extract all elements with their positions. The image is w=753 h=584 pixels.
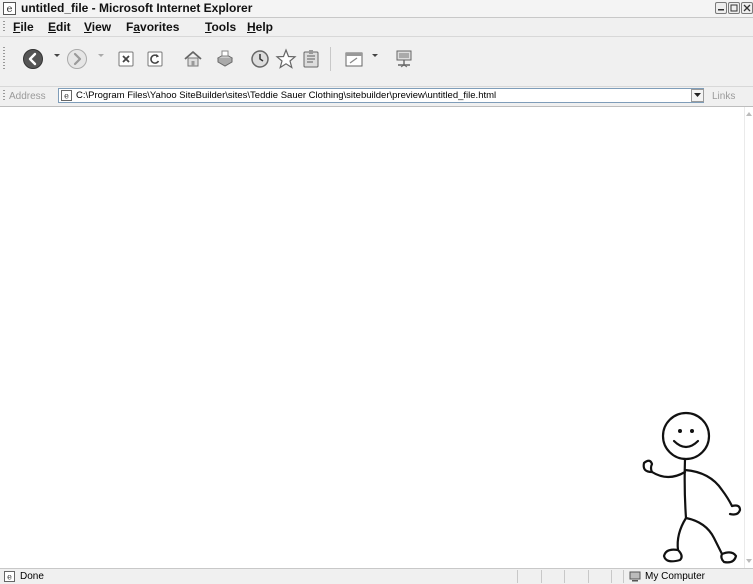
page-icon: e bbox=[61, 90, 72, 101]
status-bar: e Done My Computer bbox=[0, 568, 753, 584]
menu-view-mnemonic: V bbox=[84, 20, 92, 34]
menu-favorites-label: vorites bbox=[140, 20, 180, 34]
menu-file[interactable]: File bbox=[13, 19, 34, 35]
forward-icon bbox=[67, 49, 87, 69]
minimize-icon bbox=[718, 9, 724, 11]
standard-toolbar bbox=[0, 37, 753, 87]
title-bar: e untitled_file - Microsoft Internet Exp… bbox=[0, 0, 753, 18]
menu-edit-label: dit bbox=[56, 20, 71, 34]
maximize-icon bbox=[730, 4, 738, 12]
address-bar: Address e C:\Program Files\Yahoo SiteBui… bbox=[0, 87, 753, 107]
svg-text:e: e bbox=[7, 573, 12, 582]
print-icon bbox=[216, 50, 234, 67]
back-button[interactable] bbox=[20, 46, 46, 72]
menu-view-label: iew bbox=[91, 20, 112, 34]
home-icon bbox=[184, 51, 202, 67]
network-button[interactable] bbox=[391, 46, 417, 72]
close-button[interactable] bbox=[741, 2, 753, 14]
back-icon bbox=[23, 49, 43, 69]
status-divider bbox=[517, 570, 518, 583]
status-text: Done bbox=[20, 571, 44, 582]
svg-text:e: e bbox=[7, 4, 13, 15]
toolbar-separator bbox=[330, 47, 331, 71]
address-dropdown-button[interactable] bbox=[691, 89, 704, 102]
favorites-icon bbox=[275, 48, 297, 69]
edit-button[interactable] bbox=[341, 46, 367, 72]
address-value: C:\Program Files\Yahoo SiteBuilder\sites… bbox=[76, 90, 497, 101]
links-button[interactable]: Links bbox=[712, 90, 735, 103]
menu-favorites[interactable]: Favorites bbox=[126, 19, 179, 35]
scroll-up-button[interactable] bbox=[745, 109, 753, 119]
window-title: untitled_file - Microsoft Internet Explo… bbox=[21, 1, 253, 15]
edit-dropdown-arrow[interactable] bbox=[372, 54, 378, 57]
toolbar-grip bbox=[3, 47, 5, 71]
menu-file-label: ile bbox=[20, 20, 34, 34]
menu-help[interactable]: Help bbox=[247, 19, 273, 35]
maximize-button[interactable] bbox=[728, 2, 740, 14]
svg-text:e: e bbox=[64, 92, 69, 101]
menu-grip bbox=[3, 21, 5, 33]
address-label: Address bbox=[9, 91, 46, 102]
stick-figure-illustration bbox=[642, 411, 742, 564]
print-button[interactable] bbox=[212, 46, 238, 72]
stop-icon bbox=[118, 51, 134, 67]
status-divider bbox=[623, 570, 624, 583]
back-dropdown-arrow[interactable] bbox=[54, 54, 60, 57]
ie-logo-icon: e bbox=[3, 2, 16, 15]
security-zone: My Computer bbox=[645, 571, 706, 582]
network-icon bbox=[396, 50, 412, 68]
status-divider bbox=[541, 570, 542, 583]
page-done-icon: e bbox=[4, 571, 15, 582]
menu-edit-mnemonic: E bbox=[48, 20, 57, 34]
scroll-up-icon bbox=[746, 112, 752, 116]
menu-view[interactable]: View bbox=[84, 19, 111, 35]
my-computer-icon bbox=[629, 571, 641, 582]
menu-edit[interactable]: Edit bbox=[48, 19, 71, 35]
address-input[interactable]: e C:\Program Files\Yahoo SiteBuilder\sit… bbox=[58, 88, 704, 103]
forward-button[interactable] bbox=[64, 46, 90, 72]
address-grip bbox=[3, 90, 5, 102]
scroll-down-button[interactable] bbox=[745, 556, 753, 566]
minimize-button[interactable] bbox=[715, 2, 727, 14]
menu-help-label: elp bbox=[255, 20, 274, 34]
favorites-button[interactable] bbox=[273, 46, 299, 72]
forward-dropdown-arrow[interactable] bbox=[98, 54, 104, 57]
menu-help-mnemonic: H bbox=[247, 20, 256, 34]
status-divider bbox=[611, 570, 612, 583]
menu-tools[interactable]: Tools bbox=[205, 19, 236, 35]
menu-tools-label: ools bbox=[211, 20, 237, 34]
status-divider bbox=[588, 570, 589, 583]
history-button[interactable] bbox=[247, 46, 273, 72]
browser-window: e untitled_file - Microsoft Internet Exp… bbox=[0, 0, 753, 584]
refresh-icon bbox=[147, 51, 163, 67]
history-icon bbox=[251, 50, 269, 68]
refresh-button[interactable] bbox=[142, 46, 168, 72]
close-icon bbox=[743, 4, 751, 12]
chevron-down-icon bbox=[694, 93, 701, 97]
window-controls bbox=[715, 2, 753, 14]
scroll-down-icon bbox=[746, 559, 752, 563]
home-button[interactable] bbox=[180, 46, 206, 72]
menu-bar: File Edit View Favorites Tools Help bbox=[0, 18, 753, 37]
status-divider bbox=[564, 570, 565, 583]
research-icon bbox=[303, 50, 319, 68]
research-button[interactable] bbox=[298, 46, 324, 72]
stop-button[interactable] bbox=[113, 46, 139, 72]
edit-icon bbox=[345, 52, 363, 67]
